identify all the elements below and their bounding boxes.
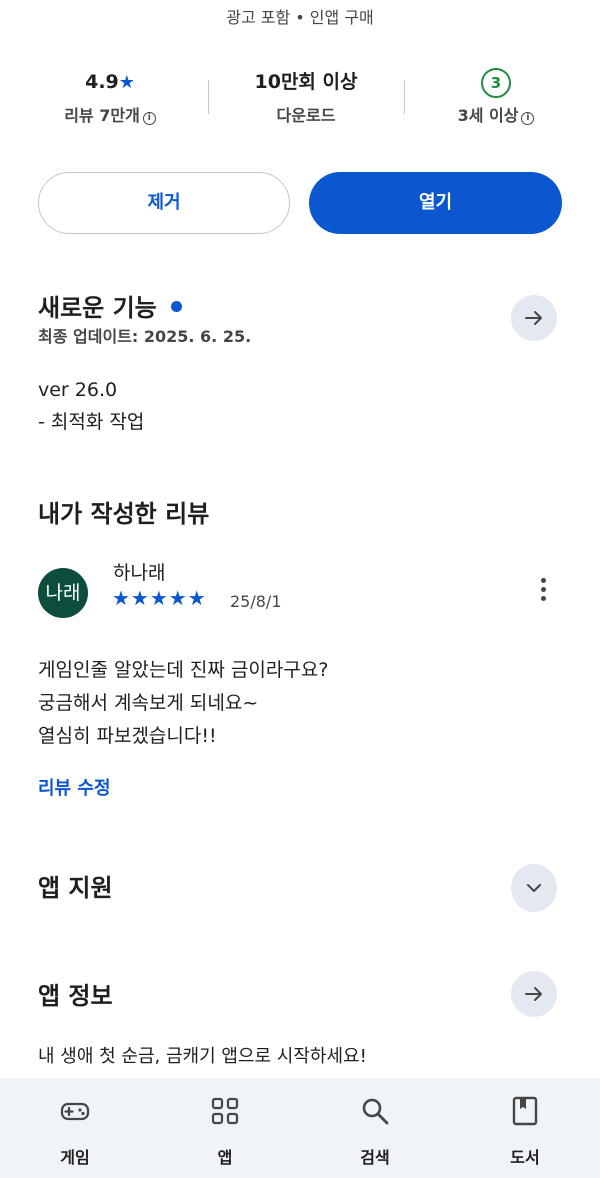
book-icon — [512, 1096, 538, 1126]
app-stats-row: 4.9★ 리뷰 7만개 i 10만회 이상 다운로드 3 3세 이상 i — [0, 66, 600, 136]
nav-item-books[interactable]: 도서 — [450, 1078, 600, 1178]
nav-label-books: 도서 — [510, 1148, 540, 1167]
my-review-heading: 내가 작성한 리뷰 — [38, 500, 210, 528]
review-date: 25/8/1 — [230, 592, 282, 611]
nav-item-search[interactable]: 검색 — [300, 1078, 450, 1178]
reviewer-name: 하나래 — [113, 562, 166, 584]
app-support-heading[interactable]: 앱 지원 — [38, 868, 113, 903]
release-notes-line: - 최적화 작업 — [38, 411, 145, 433]
review-text-line: 게임인줄 알았는데 진짜 금이라구요? — [38, 659, 329, 681]
avatar: 나래 — [38, 568, 88, 618]
open-button[interactable]: 열기 — [309, 172, 562, 234]
nav-label-apps: 앱 — [217, 1148, 233, 1167]
review-star-rating: ★★★★★ — [112, 586, 207, 610]
downloads-stat: 10만회 이상 다운로드 — [216, 66, 396, 126]
downloads-value: 10만회 이상 — [254, 71, 358, 93]
arrow-right-icon — [525, 311, 542, 325]
more-options-icon[interactable] — [536, 578, 550, 608]
review-text-line: 궁금해서 계속보게 되네요~ — [38, 692, 259, 714]
rating-stat[interactable]: 4.9★ 리뷰 7만개 i — [20, 66, 200, 126]
stat-divider — [404, 80, 405, 114]
app-support-expand-button[interactable] — [511, 864, 557, 912]
downloads-label: 다운로드 — [276, 106, 336, 125]
whats-new-arrow-button[interactable] — [511, 295, 557, 341]
review-text: 게임인줄 알았는데 진짜 금이라구요? 궁금해서 계속보게 되네요~ 열심히 파… — [38, 654, 328, 753]
rating-value: 4.9 — [85, 71, 119, 93]
age-rating-stat[interactable]: 3 3세 이상 i — [406, 66, 586, 126]
info-icon[interactable]: i — [142, 112, 156, 125]
last-updated-date: 최종 업데이트: 2025. 6. 25. — [38, 327, 252, 346]
bottom-navigation: 게임 앱 검색 도서 — [0, 1078, 600, 1178]
nav-label-search: 검색 — [360, 1148, 390, 1167]
whats-new-title: 새로운 기능 — [38, 294, 157, 322]
apps-grid-icon — [211, 1097, 239, 1125]
release-notes-version: ver 26.0 — [38, 379, 118, 401]
reviews-count-label: 리뷰 7만개 — [64, 106, 140, 125]
stat-divider — [208, 80, 209, 114]
review-text-line: 열심히 파보겠습니다!! — [38, 725, 217, 747]
age-rating-badge: 3 — [481, 68, 511, 98]
info-icon[interactable]: i — [521, 112, 535, 125]
search-icon — [362, 1098, 389, 1125]
arrow-right-icon — [525, 987, 542, 1001]
whats-new-heading[interactable]: 새로운 기능 — [38, 288, 182, 323]
age-rating-label: 3세 이상 — [457, 106, 519, 125]
nav-label-games: 게임 — [60, 1148, 90, 1167]
edit-review-link[interactable]: 리뷰 수정 — [38, 774, 111, 800]
ads-and-purchases-info: 광고 포함 • 인앱 구매 — [226, 8, 374, 27]
app-info-heading[interactable]: 앱 정보 — [38, 976, 113, 1011]
app-short-description: 내 생애 첫 순금, 금캐기 앱으로 시작하세요! — [38, 1046, 367, 1067]
nav-item-games[interactable]: 게임 — [0, 1078, 150, 1178]
release-notes: ver 26.0 - 최적화 작업 — [38, 374, 144, 438]
new-indicator-dot — [170, 301, 182, 312]
star-icon: ★ — [118, 72, 135, 93]
nav-item-apps[interactable]: 앱 — [150, 1078, 300, 1178]
uninstall-button[interactable]: 제거 — [38, 172, 290, 234]
app-info-arrow-button[interactable] — [511, 971, 557, 1017]
gamepad-icon — [60, 1102, 90, 1121]
chevron-down-icon — [527, 884, 541, 892]
